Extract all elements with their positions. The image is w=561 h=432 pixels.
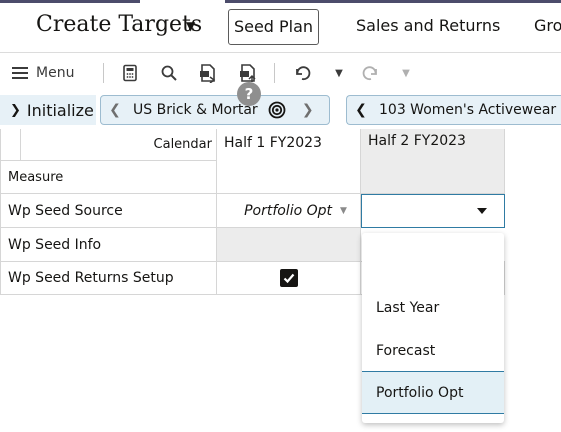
cell-dropdown-chevron-down-icon[interactable]: ▼ xyxy=(340,194,356,227)
product-selector[interactable]: ❮ 103 Women's Activewear xyxy=(346,95,561,125)
row-label-seed-source: Wp Seed Source xyxy=(8,202,123,219)
toolbar: Menu ▼ ▼ xyxy=(0,53,561,93)
location-selector[interactable]: ❮ US Brick & Mortar ❯ xyxy=(100,95,330,125)
row-label-seed-info: Wp Seed Info xyxy=(8,236,102,253)
calculator-icon[interactable] xyxy=(119,61,141,85)
header-accent-left xyxy=(0,0,140,3)
initialize-label: Initialize xyxy=(26,100,94,120)
app-header: Create Targets ▼ Seed Plan Sales and Ret… xyxy=(0,0,561,53)
location-label[interactable]: US Brick & Mortar xyxy=(129,102,258,118)
toolbar-divider xyxy=(103,63,104,83)
chevron-left-icon[interactable]: ❮ xyxy=(101,102,129,118)
app-title[interactable]: Create Targets xyxy=(36,12,202,37)
menu-label: Menu xyxy=(36,65,75,81)
redo-menu-chevron-down-icon[interactable]: ▼ xyxy=(399,61,413,85)
row-label-seed-returns-setup: Wp Seed Returns Setup xyxy=(8,270,174,286)
cell-seed-returns-setup-half1[interactable] xyxy=(217,262,360,294)
search-icon[interactable] xyxy=(158,61,180,85)
initialize-toggle[interactable]: ❯ Initialize xyxy=(0,95,96,125)
grid-divider xyxy=(504,129,505,194)
undo-icon[interactable] xyxy=(291,61,313,85)
column-header-half2-label: Half 2 FY2023 xyxy=(368,133,466,149)
help-icon[interactable]: ? xyxy=(237,82,261,106)
chevron-down-icon[interactable] xyxy=(477,208,487,214)
measure-dimension-label[interactable]: Measure xyxy=(8,161,208,193)
tab-seed-plan[interactable]: Seed Plan xyxy=(228,9,319,45)
column-header-half2[interactable]: Half 2 FY2023 xyxy=(361,129,504,193)
chevron-left-icon[interactable]: ❮ xyxy=(347,102,375,118)
cell-seed-info-half1 xyxy=(217,228,360,261)
cell-seed-source-half1[interactable]: Portfolio Opt xyxy=(217,194,360,227)
calendar-dimension-label[interactable]: Calendar xyxy=(20,129,212,160)
dropdown-option-portfolio-opt[interactable]: Portfolio Opt xyxy=(362,371,504,414)
menu-button[interactable]: Menu xyxy=(12,61,74,85)
seed-source-dropdown: Last Year Forecast Portfolio Opt xyxy=(362,233,504,423)
column-header-half1[interactable]: Half 1 FY2023 xyxy=(224,131,358,155)
product-label[interactable]: 103 Women's Activewear xyxy=(375,102,556,118)
seed-source-half2-select[interactable] xyxy=(361,194,505,228)
dropdown-option-blank[interactable] xyxy=(362,246,504,289)
redo-icon[interactable] xyxy=(360,61,382,85)
toolbar-divider xyxy=(274,63,275,83)
export-icon[interactable] xyxy=(197,61,219,85)
app-title-dropdown-icon[interactable]: ▼ xyxy=(186,19,195,33)
grid-border xyxy=(0,129,1,294)
hamburger-icon xyxy=(12,64,28,82)
tab-growth[interactable]: Gro xyxy=(534,9,561,45)
dropdown-option-forecast[interactable]: Forecast xyxy=(362,329,504,372)
chevron-right-icon: ❯ xyxy=(10,102,21,118)
grid-divider xyxy=(504,261,505,294)
header-accent-right xyxy=(225,0,561,3)
dropdown-option-last-year[interactable]: Last Year xyxy=(362,286,504,329)
chevron-right-icon[interactable]: ❯ xyxy=(294,102,322,118)
checkbox-checked-icon[interactable] xyxy=(279,269,298,287)
context-bar: ❯ Initialize ❮ US Brick & Mortar ❯ ❮ 103… xyxy=(0,93,561,129)
tab-sales-and-returns[interactable]: Sales and Returns xyxy=(356,9,500,45)
target-icon[interactable] xyxy=(266,99,288,121)
undo-menu-chevron-down-icon[interactable]: ▼ xyxy=(332,61,346,85)
